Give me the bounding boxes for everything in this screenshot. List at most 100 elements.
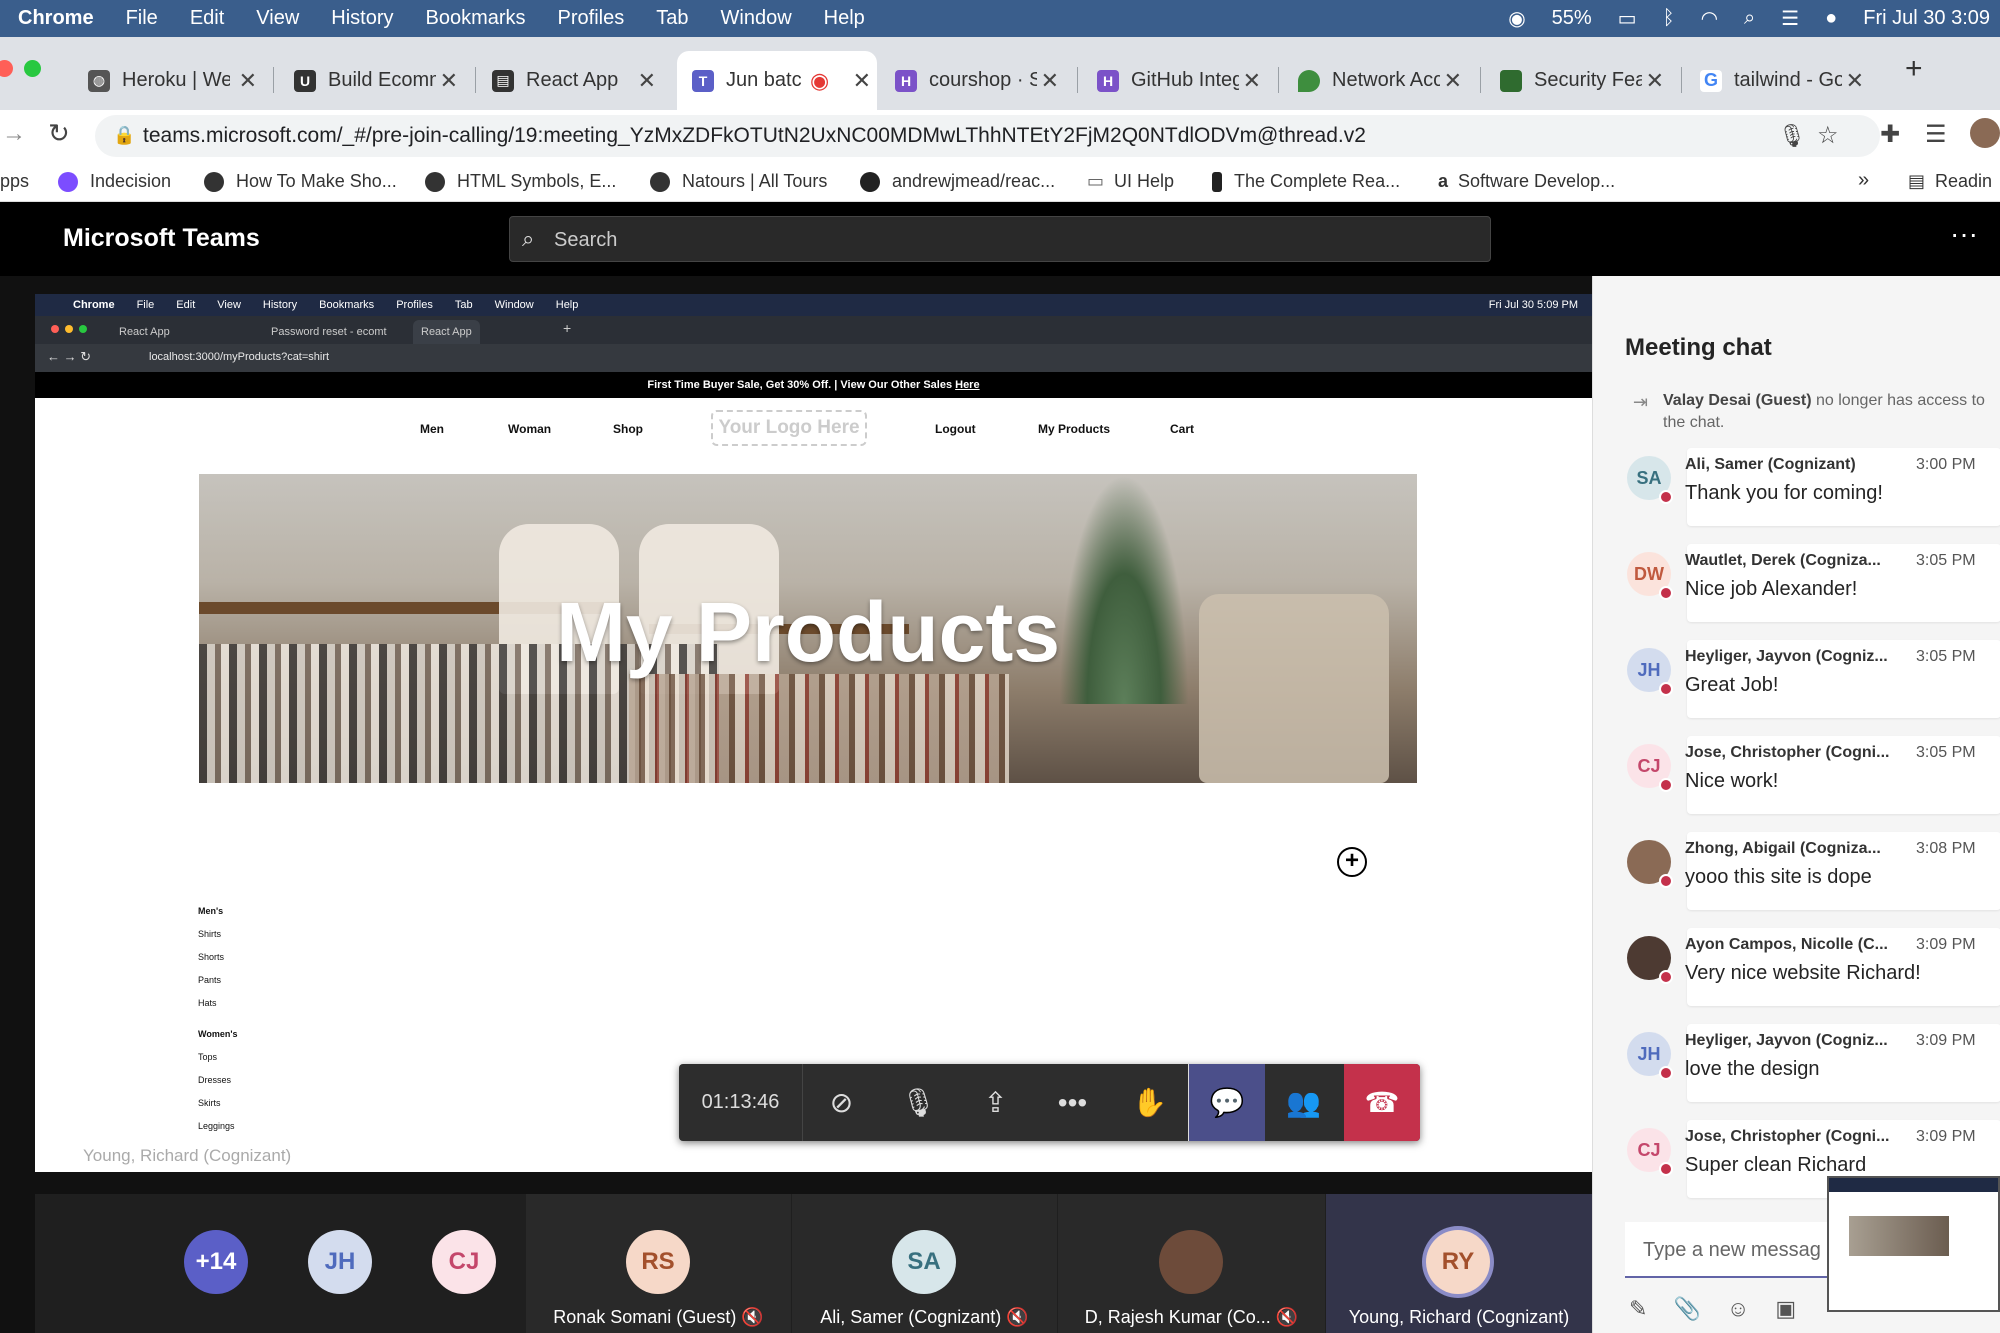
screen-share-preview[interactable] (1827, 1176, 2000, 1312)
hang-up-button[interactable]: ☎ (1344, 1064, 1420, 1141)
bookmark-natours[interactable]: Natours | All Tours (650, 171, 827, 192)
screen-record-icon[interactable]: ◉ (1508, 6, 1525, 31)
tab-courshop[interactable]: H courshop · S ✕ (895, 51, 1065, 110)
participant-tile[interactable]: SA Ali, Samer (Cognizant) 🔇 (792, 1194, 1057, 1333)
menu-help[interactable]: Help (824, 7, 865, 30)
menu-clock[interactable]: Fri Jul 30 3:09 (1863, 7, 1990, 30)
close-tab-icon[interactable]: ✕ (638, 68, 656, 94)
profile-avatar[interactable] (1970, 118, 2000, 148)
bookmark-html-symbols[interactable]: HTML Symbols, E... (425, 171, 616, 192)
microphone-icon[interactable]: 🎙 (1778, 123, 1806, 149)
bookmark-star-icon[interactable]: ☆ (1817, 121, 1839, 150)
menu-tab[interactable]: Tab (656, 7, 688, 30)
battery-icon[interactable]: ▭ (1618, 6, 1637, 31)
menu-window[interactable]: Window (721, 7, 792, 30)
chat-message[interactable]: JH Heyliger, Jayvon (Cogniz... 3:09 PM l… (1593, 1018, 2000, 1108)
tab-security-features[interactable]: Security Fea ✕ (1500, 51, 1670, 110)
participant-tile[interactable]: D, Rajesh Kumar (Co... 🔇 (1058, 1194, 1325, 1333)
tab-github-integ[interactable]: H GitHub Integ ✕ (1097, 51, 1267, 110)
bookmark-how-to-make[interactable]: How To Make Sho... (204, 171, 397, 192)
bookmark-complete-react[interactable]: The Complete Rea... (1212, 171, 1400, 192)
close-tab-icon[interactable]: ✕ (1041, 68, 1059, 94)
extensions-icon[interactable]: ✚ (1880, 120, 1900, 149)
close-tab-icon[interactable]: ✕ (853, 68, 871, 94)
chat-title: Meeting chat (1625, 334, 1772, 361)
forward-icon[interactable]: → (2, 120, 26, 148)
participant-overflow-group[interactable]: +14 JH CJ (35, 1194, 525, 1333)
more-bookmarks-icon[interactable]: » (1858, 169, 1869, 192)
sticker-icon[interactable]: ▣ (1775, 1296, 1796, 1322)
tab-teams-meeting[interactable]: T Jun batc ◉ ✕ (677, 51, 877, 110)
chat-message[interactable]: Zhong, Abigail (Cogniza... 3:08 PM yooo … (1593, 826, 2000, 916)
chat-icon[interactable]: 💬 (1188, 1064, 1265, 1141)
more-actions-icon[interactable]: ••• (1034, 1064, 1111, 1141)
mic-off-icon[interactable]: 🎙 (880, 1064, 957, 1141)
more-options-icon[interactable]: ··· (1950, 218, 1978, 250)
close-tab-icon[interactable]: ✕ (440, 68, 458, 94)
menu-history[interactable]: History (331, 7, 393, 30)
chat-message[interactable]: DW Wautlet, Derek (Cogniza... 3:05 PM Ni… (1593, 538, 2000, 628)
participants-icon[interactable]: 👥 (1265, 1064, 1342, 1141)
reading-list-icon[interactable]: ☰ (1925, 120, 1947, 149)
close-tab-icon[interactable]: ✕ (1444, 68, 1462, 94)
bookmark-andrewjmead[interactable]: andrewjmead/reac... (860, 171, 1055, 192)
chat-message[interactable]: Ayon Campos, Nicolle (C... 3:09 PM Very … (1593, 922, 2000, 1012)
bluetooth-icon[interactable]: ᛒ (1663, 7, 1675, 30)
close-window-icon[interactable] (0, 60, 13, 77)
nav-men: Men (420, 422, 444, 436)
chat-message[interactable]: SA Ali, Samer (Cognizant) 3:00 PM Thank … (1593, 442, 2000, 532)
menu-profiles[interactable]: Profiles (558, 7, 625, 30)
raise-hand-icon[interactable]: ✋ (1111, 1064, 1188, 1141)
menu-app-name[interactable]: Chrome (18, 7, 94, 30)
zoom-window-icon[interactable] (24, 60, 41, 77)
tab-network-access[interactable]: Network Acc ✕ (1298, 51, 1468, 110)
avatar[interactable]: CJ (432, 1230, 496, 1294)
tab-build-ecomm[interactable]: U Build Ecomm ✕ (294, 51, 464, 110)
wifi-icon[interactable]: ◠ (1701, 6, 1718, 31)
tab-tailwind-google[interactable]: G tailwind - Go ✕ (1700, 51, 1870, 110)
new-tab-button[interactable]: + (1905, 52, 1923, 86)
bookmark-ui-help[interactable]: ▭ UI Help (1087, 171, 1174, 192)
address-bar[interactable]: 🔒 teams.microsoft.com/_#/pre-join-callin… (95, 115, 1880, 157)
close-tab-icon[interactable]: ✕ (1243, 68, 1261, 94)
camera-off-icon[interactable]: ⊘ (803, 1064, 880, 1141)
bookmark-software-develop[interactable]: a Software Develop... (1438, 171, 1615, 192)
close-tab-icon[interactable]: ✕ (1646, 68, 1664, 94)
menu-edit[interactable]: Edit (190, 7, 224, 30)
siri-icon[interactable]: ● (1825, 7, 1837, 30)
search-icon: ⌕ (522, 226, 535, 251)
tab-react-app[interactable]: ▤ React App ✕ (492, 51, 662, 110)
chat-message[interactable]: CJ Jose, Christopher (Cogni... 3:05 PM N… (1593, 730, 2000, 820)
close-tab-icon[interactable]: ✕ (239, 68, 257, 94)
teams-search-input[interactable]: ⌕ Search (509, 216, 1491, 262)
spotlight-search-icon[interactable]: ⌕ (1744, 7, 1755, 30)
overflow-count[interactable]: +14 (184, 1230, 248, 1294)
shared-tab-react-app-active: React App (413, 320, 480, 344)
address-url[interactable]: teams.microsoft.com/_#/pre-join-calling/… (143, 124, 1366, 148)
menu-bookmarks[interactable]: Bookmarks (426, 7, 526, 30)
close-tab-icon[interactable]: ✕ (1846, 68, 1864, 94)
share-screen-icon[interactable]: ⇪ (957, 1064, 1034, 1141)
attach-icon[interactable]: 📎 (1673, 1296, 1700, 1322)
format-icon[interactable]: ✎ (1629, 1296, 1647, 1322)
shared-screen: Chrome File Edit View History Bookmarks … (35, 294, 1592, 1172)
menu-file[interactable]: File (126, 7, 158, 30)
globe-icon: ◍ (88, 69, 110, 92)
control-center-icon[interactable]: ☰ (1781, 6, 1799, 31)
shared-tab-strip: React App Password reset - ecomtest03@..… (35, 316, 1592, 344)
store-nav: Men Woman Shop Your Logo Here Logout My … (35, 398, 1592, 454)
bookmarks-bar: pps Indecision How To Make Sho... HTML S… (0, 162, 2000, 202)
presence-busy-icon (1659, 1162, 1673, 1176)
chat-message[interactable]: JH Heyliger, Jayvon (Cogniz... 3:05 PM G… (1593, 634, 2000, 724)
participant-tile[interactable]: RS Ronak Somani (Guest) 🔇 (526, 1194, 791, 1333)
reading-list[interactable]: ▤ Readin (1908, 171, 1992, 192)
avatar[interactable]: JH (308, 1230, 372, 1294)
emoji-icon[interactable]: ☺ (1727, 1296, 1749, 1322)
bookmark-indecision[interactable]: Indecision (58, 171, 171, 192)
reload-icon[interactable]: ↻ (48, 118, 70, 149)
participant-tile-active[interactable]: RY Young, Richard (Cognizant) (1326, 1194, 1592, 1333)
bookmark-apps[interactable]: pps (0, 171, 29, 192)
menu-view[interactable]: View (256, 7, 299, 30)
lock-icon[interactable]: 🔒 (113, 125, 135, 146)
tab-heroku[interactable]: ◍ Heroku | Wel ✕ (88, 51, 263, 110)
